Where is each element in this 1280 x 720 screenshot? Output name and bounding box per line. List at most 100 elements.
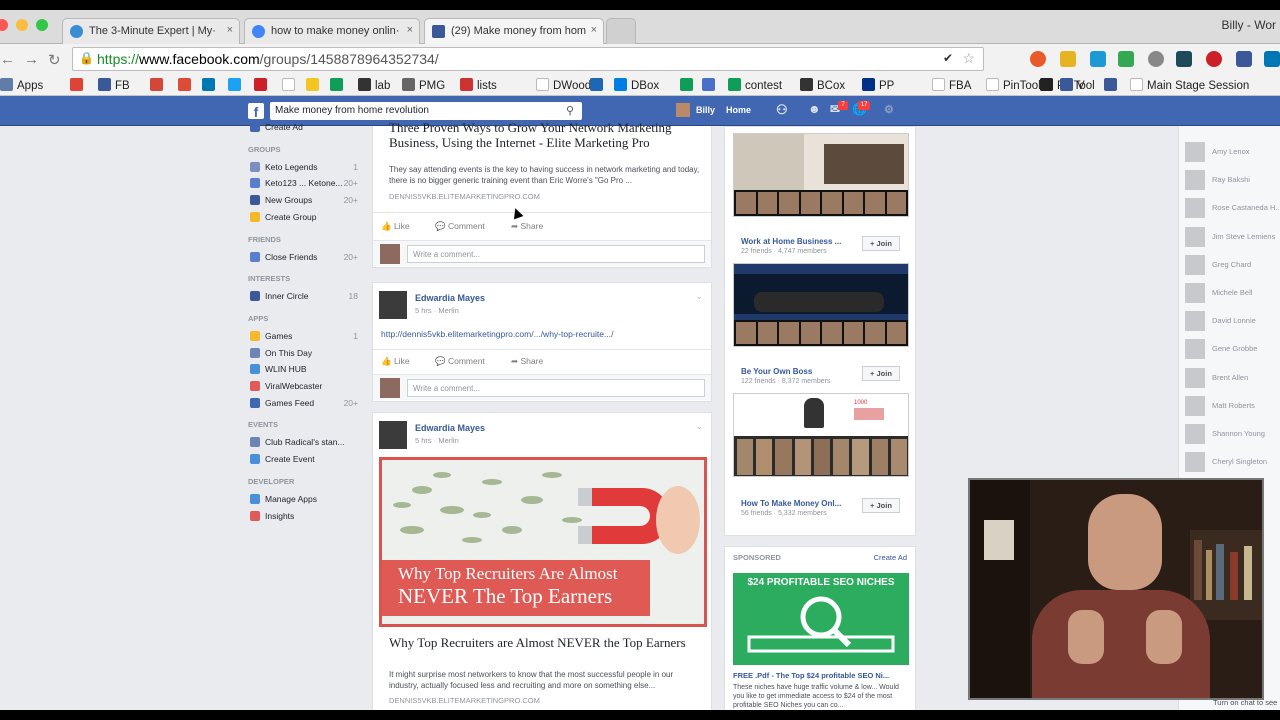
bookmark-item[interactable]: DBox: [614, 78, 659, 92]
bookmark-item[interactable]: [228, 78, 245, 92]
chat-contact[interactable]: Amy Lenox: [1185, 142, 1250, 162]
chat-contact[interactable]: David Lonnie: [1185, 311, 1256, 332]
friend-requests-icon[interactable]: ☻: [808, 102, 821, 116]
ad-title[interactable]: FREE .Pdf - The Top $24 profitable SEO N…: [733, 671, 911, 680]
nav-item[interactable]: Insights: [250, 510, 360, 521]
join-group-button[interactable]: + Join: [862, 498, 900, 513]
nav-item[interactable]: WLIN HUB: [250, 364, 360, 375]
join-group-button[interactable]: + Join: [862, 366, 900, 381]
bookmark-item[interactable]: [202, 78, 219, 92]
group-thumbnail[interactable]: [733, 133, 909, 217]
comment-button[interactable]: 💬 Comment: [435, 356, 485, 367]
group-name[interactable]: How To Make Money Onl...: [741, 499, 841, 508]
share-button[interactable]: ➦ Share: [511, 221, 543, 232]
search-icon[interactable]: ⚲: [566, 104, 574, 117]
group-thumbnail[interactable]: [733, 263, 909, 347]
browser-tab-1[interactable]: how to make money onlin· ×: [244, 18, 420, 44]
chat-contact[interactable]: Matt Roberts: [1185, 395, 1255, 416]
nav-item[interactable]: On This Day: [250, 347, 360, 358]
bookmark-item[interactable]: PP: [862, 78, 894, 92]
extension-icon-3[interactable]: [1090, 51, 1106, 67]
post-author[interactable]: Edwardia Mayes: [415, 293, 485, 303]
author-avatar[interactable]: [379, 291, 407, 319]
bookmark-item[interactable]: [306, 78, 323, 92]
nav-item[interactable]: Games Feed 20+: [250, 397, 360, 408]
link-title[interactable]: Why Top Recruiters are Almost NEVER the …: [389, 635, 689, 650]
create-ad-link[interactable]: Create Ad: [874, 553, 907, 562]
forward-icon[interactable]: →: [24, 51, 39, 68]
chevron-down-icon[interactable]: ⌄: [695, 421, 703, 432]
new-tab-button[interactable]: [606, 18, 636, 44]
extension-icon-6[interactable]: [1176, 51, 1192, 67]
post-link[interactable]: http://dennis5vkb.elitemarketingpro.com/…: [381, 329, 613, 339]
bookmark-item[interactable]: BCox: [800, 78, 845, 92]
comment-button[interactable]: 💬 Comment: [435, 221, 485, 232]
comment-input[interactable]: Write a comment...: [407, 245, 705, 263]
join-group-button[interactable]: + Join: [862, 236, 900, 251]
bookmark-item[interactable]: [330, 78, 347, 92]
bookmark-item[interactable]: [680, 78, 697, 92]
nav-item[interactable]: Keto123 ... Ketone... 20+: [250, 178, 360, 189]
nav-item[interactable]: Games 1: [250, 330, 360, 341]
chat-contact[interactable]: Shannon Young: [1185, 424, 1265, 444]
nav-item[interactable]: Create Group: [250, 211, 360, 222]
privacy-icon[interactable]: ⚙: [884, 103, 894, 116]
bookmark-item[interactable]: lists: [460, 78, 497, 92]
pinterest-icon[interactable]: [1206, 51, 1222, 67]
browser-tab-0[interactable]: The 3-Minute Expert | My· ×: [62, 18, 240, 44]
fb-search-input[interactable]: Make money from home revolution ⚲: [270, 102, 582, 120]
bookmark-item[interactable]: lab: [358, 78, 390, 92]
bookmark-item[interactable]: FBA: [932, 78, 971, 92]
avatar[interactable]: [676, 103, 690, 117]
close-window-button[interactable]: [0, 19, 8, 31]
extension-icon-1[interactable]: [1030, 51, 1046, 67]
checkmark-icon[interactable]: ✔: [943, 51, 953, 65]
browser-tab-2[interactable]: (29) Make money from hom ×: [424, 18, 604, 44]
author-avatar[interactable]: [379, 421, 407, 449]
post-author[interactable]: Edwardia Mayes: [415, 423, 485, 433]
tab-close-icon[interactable]: ×: [591, 24, 597, 36]
chat-contact[interactable]: Brent Allen: [1185, 367, 1248, 388]
nav-item[interactable]: Club Radical's stan...: [250, 437, 360, 448]
link-title[interactable]: Three Proven Ways to Grow Your Network M…: [389, 120, 699, 150]
bookmark-item[interactable]: [702, 78, 719, 92]
extension-icon-5[interactable]: [1148, 51, 1164, 67]
bookmark-item[interactable]: [178, 78, 195, 92]
facebook-logo-icon[interactable]: f: [248, 103, 264, 120]
nav-item[interactable]: Keto Legends 1: [250, 161, 360, 172]
group-name[interactable]: Work at Home Business ...: [741, 237, 841, 246]
group-name[interactable]: Be Your Own Boss: [741, 367, 812, 376]
bookmark-item[interactable]: Apps: [0, 78, 43, 92]
chat-contact[interactable]: Greg Chard: [1185, 254, 1251, 275]
comment-input[interactable]: Write a comment...: [407, 379, 705, 397]
profile-link[interactable]: Billy: [696, 105, 715, 115]
minimize-window-button[interactable]: [16, 19, 28, 31]
url-input[interactable]: 🔒 https://www.facebook.com/groups/145887…: [72, 47, 984, 71]
nav-item[interactable]: Manage Apps: [250, 493, 360, 504]
chat-contact[interactable]: Cheryl Singleton: [1185, 452, 1267, 473]
chat-contact[interactable]: Jim Steve Lemiens: [1185, 226, 1275, 247]
nav-item[interactable]: New Groups 20+: [250, 195, 360, 206]
chat-contact[interactable]: Michele Bell: [1185, 283, 1252, 303]
bookmark-item[interactable]: Main Stage Session: [1130, 78, 1249, 92]
extension-icon-2[interactable]: [1060, 51, 1076, 67]
facebook-ext-icon[interactable]: [1236, 51, 1252, 67]
bookmark-item[interactable]: DWood: [536, 78, 591, 92]
nav-item[interactable]: Inner Circle 18: [250, 291, 360, 302]
post-image[interactable]: Why Top Recruiters Are Almost NEVER The …: [379, 457, 707, 627]
like-button[interactable]: 👍 Like: [381, 356, 410, 367]
nav-item[interactable]: ViralWebcaster: [250, 381, 360, 391]
chat-contact[interactable]: Ray Bakshi: [1185, 170, 1250, 191]
bookmark-item[interactable]: [150, 78, 167, 92]
find-friends-icon[interactable]: ⚇: [776, 102, 788, 118]
chat-contact[interactable]: Gene Grobbe: [1185, 339, 1257, 360]
bookmark-item[interactable]: PMG: [402, 78, 445, 92]
share-button[interactable]: ➦ Share: [511, 356, 543, 367]
group-thumbnail[interactable]: 1000: [733, 393, 909, 477]
bookmark-item[interactable]: [1040, 78, 1057, 92]
bookmark-item[interactable]: [1104, 78, 1121, 92]
reload-icon[interactable]: ↻: [48, 51, 61, 69]
bookmark-item[interactable]: [254, 78, 271, 92]
bookmark-item[interactable]: contest: [728, 78, 782, 92]
nav-item[interactable]: Close Friends 20+: [250, 251, 360, 262]
